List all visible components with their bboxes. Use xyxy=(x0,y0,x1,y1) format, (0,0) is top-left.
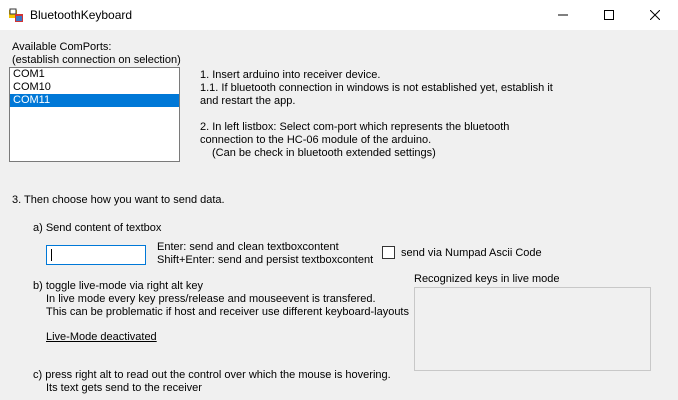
instruction-2: 2. In left listbox: Select com-port whic… xyxy=(200,121,510,133)
title-bar[interactable]: BluetoothKeyboard xyxy=(0,0,678,30)
close-icon xyxy=(650,10,660,20)
enter-hint: Enter: send and clean textboxcontent xyxy=(157,241,339,253)
close-button[interactable] xyxy=(632,0,678,30)
instruction-1-1-cont: and restart the app. xyxy=(200,95,296,107)
recognized-keys-box xyxy=(414,287,651,371)
recognized-keys-label: Recognized keys in live mode xyxy=(414,273,560,285)
numpad-ascii-checkbox[interactable] xyxy=(382,246,395,259)
text-caret xyxy=(51,249,52,261)
app-icon xyxy=(9,8,23,22)
option-b-label: b) toggle live-mode via right alt key xyxy=(33,280,203,292)
numpad-ascii-label[interactable]: send via Numpad Ascii Code xyxy=(401,247,542,260)
shift-enter-hint: Shift+Enter: send and persist textboxcon… xyxy=(157,254,374,266)
listbox-item-com1[interactable]: COM1 xyxy=(10,68,179,81)
option-b-line1: In live mode every key press/release and… xyxy=(46,293,376,305)
option-a-label: a) Send content of textbox xyxy=(33,222,162,234)
comports-sublabel: (establish connection on selection) xyxy=(12,54,181,66)
option-c-label: c) press right alt to read out the contr… xyxy=(33,369,391,381)
instruction-1-1: 1.1. If bluetooth connection in windows … xyxy=(200,82,553,94)
section3-heading: 3. Then choose how you want to send data… xyxy=(12,194,225,206)
comports-label: Available ComPorts: xyxy=(12,41,112,53)
minimize-icon xyxy=(558,14,568,16)
live-mode-status-link[interactable]: Live-Mode deactivated xyxy=(46,331,157,344)
instruction-2-cont: connection to the HC-06 module of the ar… xyxy=(200,134,432,146)
comports-listbox[interactable]: COM1 COM10 COM11 xyxy=(9,67,180,162)
instruction-2-note: (Can be check in bluetooth extended sett… xyxy=(212,147,436,159)
listbox-item-com11[interactable]: COM11 xyxy=(10,94,179,107)
maximize-icon xyxy=(604,10,614,20)
option-c-line1: Its text gets send to the receiver xyxy=(46,382,202,394)
maximize-button[interactable] xyxy=(586,0,632,30)
send-textbox[interactable] xyxy=(46,245,146,265)
listbox-item-com10[interactable]: COM10 xyxy=(10,81,179,94)
window-title: BluetoothKeyboard xyxy=(30,8,133,22)
minimize-button[interactable] xyxy=(540,0,586,30)
option-b-line2: This can be problematic if host and rece… xyxy=(46,306,409,318)
instruction-1: 1. Insert arduino into receiver device. xyxy=(200,69,381,81)
